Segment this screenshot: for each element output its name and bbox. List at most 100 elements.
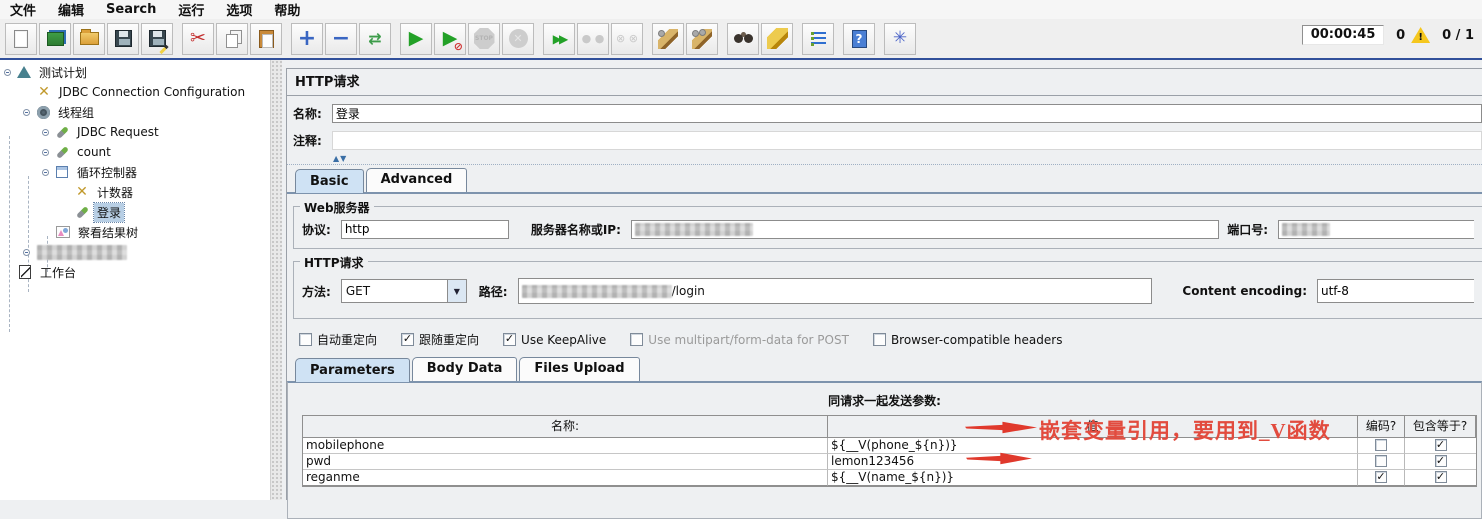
tab-parameters[interactable]: Parameters [295, 358, 410, 382]
copy-button[interactable] [216, 23, 248, 55]
checkbox-checked-icon[interactable] [401, 333, 414, 346]
censored-server-value [635, 223, 753, 236]
path-label: 路径: [479, 283, 508, 300]
tab-basic[interactable]: Basic [295, 169, 364, 193]
checkbox-icon[interactable] [630, 333, 643, 346]
tab-files-upload[interactable]: Files Upload [519, 357, 639, 381]
inner-splitter[interactable]: ▲▼ [287, 154, 1482, 165]
table-row[interactable]: reganme ${__V(name_${n})} [303, 470, 1476, 486]
reset-search-button[interactable] [761, 23, 793, 55]
remote-start-all-button[interactable]: ▶▶ [543, 23, 575, 55]
function-helper-button[interactable] [802, 23, 834, 55]
checkbox-icon[interactable] [873, 333, 886, 346]
table-row[interactable]: pwd lemon123456 [303, 454, 1476, 470]
checkbox-checked-icon[interactable] [1435, 471, 1447, 483]
port-input[interactable] [1278, 220, 1474, 239]
method-select[interactable]: GET ▼ [341, 279, 467, 303]
checkbox-icon[interactable] [1375, 455, 1387, 467]
menu-edit[interactable]: 编辑 [58, 0, 84, 19]
option-multipart[interactable]: Use multipart/form-data for POST [630, 333, 849, 347]
collapse-knob[interactable] [42, 149, 49, 156]
menu-options[interactable]: 选项 [226, 0, 252, 19]
name-input[interactable] [332, 104, 1482, 123]
parameters-tabs: Parameters Body Data Files Upload [287, 357, 1482, 381]
start-button[interactable]: ▶ [400, 23, 432, 55]
collapse-knob[interactable] [42, 129, 49, 136]
remote-stop-all-button[interactable]: ● ● [577, 23, 609, 55]
tree-item-test-plan[interactable]: 测试计划 [0, 62, 270, 82]
tree-item-censored[interactable] [0, 242, 270, 262]
new-file-button[interactable] [5, 23, 37, 55]
col-encode[interactable]: 编码? [1358, 416, 1405, 438]
ssl-manager-button[interactable]: ✳ [884, 23, 916, 55]
checkbox-checked-icon[interactable] [503, 333, 516, 346]
comment-input[interactable] [332, 131, 1482, 150]
option-keepalive[interactable]: Use KeepAlive [503, 333, 606, 347]
menu-help[interactable]: 帮助 [274, 0, 300, 19]
page-title: HTTP请求 [287, 69, 1482, 96]
tree-item-jdbc-connection-config[interactable]: ✕ JDBC Connection Configuration [0, 82, 270, 102]
elapsed-timer: 00:00:45 [1302, 25, 1384, 45]
checkbox-icon[interactable] [299, 333, 312, 346]
split-pane-divider[interactable] [270, 60, 282, 500]
collapse-all-button[interactable]: − [325, 23, 357, 55]
help-button[interactable]: ? [843, 23, 875, 55]
clear-all-button[interactable] [686, 23, 718, 55]
tab-body-data[interactable]: Body Data [412, 357, 518, 381]
workbench-icon [17, 264, 33, 280]
save-button[interactable] [107, 23, 139, 55]
collapse-knob[interactable] [23, 249, 30, 256]
menu-run[interactable]: 运行 [178, 0, 204, 19]
toggle-button[interactable]: ⇄ [359, 23, 391, 55]
option-follow-redirects-auto[interactable]: 自动重定向 [299, 331, 377, 348]
menu-file[interactable]: 文件 [10, 0, 36, 19]
start-no-pauses-button[interactable]: ▶⊘ [434, 23, 466, 55]
tree-item-loop-controller[interactable]: 循环控制器 [0, 162, 270, 182]
censored-port-value [1282, 223, 1330, 236]
open-file-button[interactable] [73, 23, 105, 55]
tree-item-thread-group[interactable]: 线程组 [0, 102, 270, 122]
remote-shutdown-all-button[interactable]: ⊗ ⊗ [611, 23, 643, 55]
checkbox-checked-icon[interactable] [1435, 455, 1447, 467]
open-template-button[interactable] [39, 23, 71, 55]
content-encoding-input[interactable] [1317, 279, 1474, 303]
path-visible-text: /login [672, 284, 705, 298]
stop-button[interactable]: STOP [468, 23, 500, 55]
tab-advanced[interactable]: Advanced [366, 168, 468, 192]
protocol-input[interactable] [341, 220, 509, 239]
checkbox-icon[interactable] [1375, 439, 1387, 451]
server-input[interactable] [631, 220, 1219, 239]
clear-button[interactable] [652, 23, 684, 55]
tree-item-jdbc-request[interactable]: JDBC Request [0, 122, 270, 142]
tree-item-workbench[interactable]: 工作台 [0, 262, 270, 282]
shutdown-button[interactable]: ✕ [502, 23, 534, 55]
tree-item-login[interactable]: 登录 [0, 202, 270, 222]
collapse-knob[interactable] [42, 169, 49, 176]
splitter-arrows-icon[interactable]: ▲▼ [333, 154, 347, 163]
warning-icon[interactable]: ! [1411, 27, 1430, 43]
col-name[interactable]: 名称: [303, 416, 828, 438]
option-follow-redirects[interactable]: 跟随重定向 [401, 331, 479, 348]
search-button[interactable] [727, 23, 759, 55]
tree-item-view-results-tree[interactable]: 察看结果树 [0, 222, 270, 242]
chevron-down-icon[interactable]: ▼ [447, 280, 466, 302]
col-include-equals[interactable]: 包含等于? [1405, 416, 1476, 438]
menu-search[interactable]: Search [106, 2, 156, 17]
comment-label: 注释: [293, 132, 322, 149]
expand-all-button[interactable]: + [291, 23, 323, 55]
reset-search-icon [767, 28, 788, 49]
path-input[interactable]: /login [518, 278, 1153, 304]
option-browser-headers[interactable]: Browser-compatible headers [873, 333, 1063, 347]
tree-item-counter[interactable]: ✕ 计数器 [0, 182, 270, 202]
paste-button[interactable] [250, 23, 282, 55]
method-value: GET [342, 284, 447, 298]
checkbox-checked-icon[interactable] [1375, 471, 1387, 483]
collapse-knob[interactable] [4, 69, 11, 76]
save-as-button[interactable] [141, 23, 173, 55]
copy-icon [226, 34, 238, 48]
tree-item-count[interactable]: count [0, 142, 270, 162]
checkbox-checked-icon[interactable] [1435, 439, 1447, 451]
collapse-knob[interactable] [23, 109, 30, 116]
cut-button[interactable]: ✂ [182, 23, 214, 55]
remote-stop-all-icon: ● ● [582, 33, 605, 44]
